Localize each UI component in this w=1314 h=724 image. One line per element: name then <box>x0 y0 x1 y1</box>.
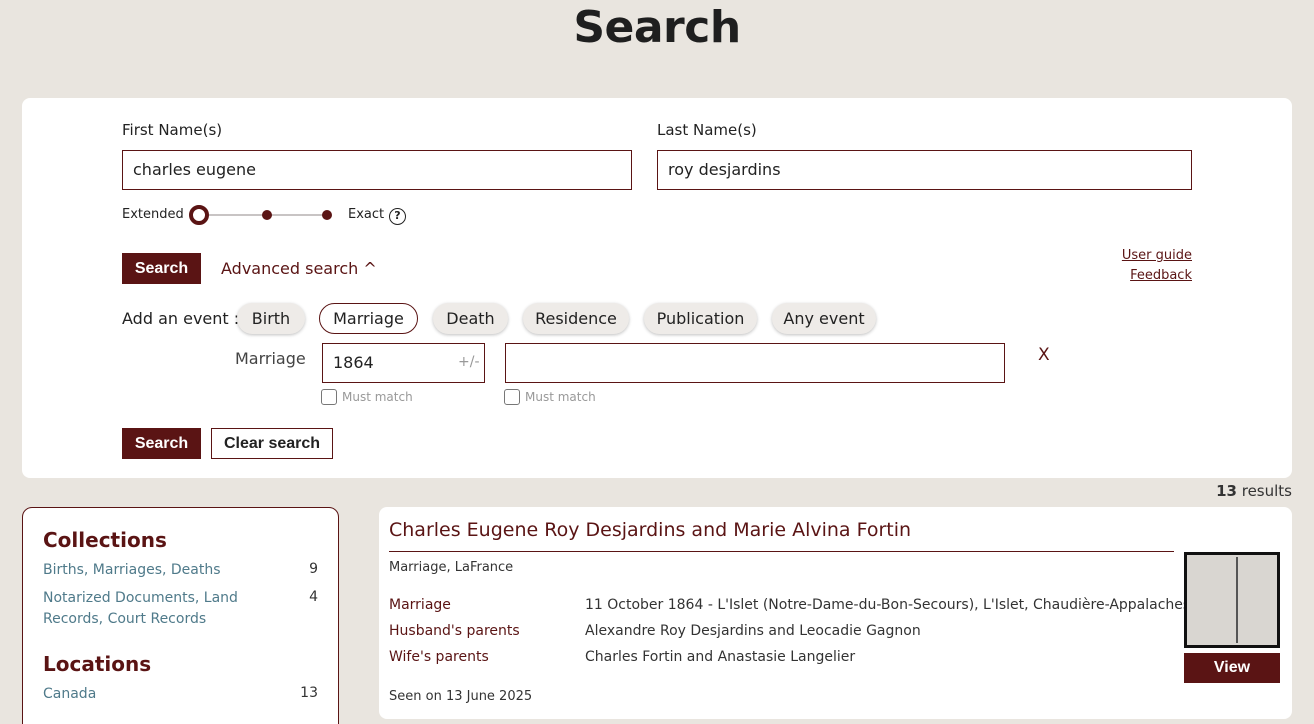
slider-exact-label: Exact <box>348 207 385 222</box>
first-name-input[interactable]: charles eugene <box>122 150 632 190</box>
year-range-toggle[interactable]: +/- <box>458 354 480 370</box>
facet-notarized-documents[interactable]: Notarized Documents, Land Records, Court… <box>43 588 293 630</box>
detail-key-wife-parents: Wife's parents <box>389 649 489 665</box>
facet-births-marriages-deaths[interactable]: Births, Marriages, Deaths <box>43 560 293 581</box>
result-title-link[interactable]: Charles Eugene Roy Desjardins and Marie … <box>389 519 911 541</box>
first-name-label: First Name(s) <box>122 121 223 139</box>
collections-heading: Collections <box>43 528 167 552</box>
detail-value-wife-parents: Charles Fortin and Anastasie Langelier <box>585 649 856 665</box>
slider-handle[interactable] <box>189 205 209 225</box>
facet-count: 4 <box>309 589 318 605</box>
slider-extended-label: Extended <box>122 207 184 222</box>
place-input[interactable] <box>505 343 1005 383</box>
facet-canada[interactable]: Canada <box>43 684 293 705</box>
place-must-match-checkbox[interactable] <box>504 389 520 405</box>
last-name-label: Last Name(s) <box>657 121 757 139</box>
event-chip-marriage[interactable]: Marriage <box>319 303 418 334</box>
search-button[interactable]: Search <box>122 253 201 284</box>
last-name-input[interactable]: roy desjardins <box>657 150 1192 190</box>
year-must-match-label: Must match <box>342 390 413 404</box>
facets-panel: Collections Births, Marriages, Deaths 9 … <box>22 507 339 724</box>
event-chip-any-event[interactable]: Any event <box>772 303 876 334</box>
search-button-bottom[interactable]: Search <box>122 428 201 459</box>
year-must-match-checkbox[interactable] <box>321 389 337 405</box>
clear-search-button[interactable]: Clear search <box>211 428 333 459</box>
event-chip-death[interactable]: Death <box>433 303 508 334</box>
advanced-search-toggle[interactable]: Advanced search ^ <box>221 259 377 278</box>
page-title: Search <box>573 2 741 53</box>
detail-value-marriage: 11 October 1864 - L'Islet (Notre-Dame-du… <box>585 597 1191 613</box>
results-count-suffix: results <box>1241 482 1292 500</box>
results-count-number: 13 <box>1216 482 1237 500</box>
place-must-match-label: Must match <box>525 390 596 404</box>
results-count: 13 results <box>1216 482 1292 500</box>
facet-count: 13 <box>300 685 318 701</box>
remove-event-icon[interactable]: X <box>1038 345 1050 365</box>
user-guide-link[interactable]: User guide <box>1122 248 1192 263</box>
event-row-label: Marriage <box>235 349 306 368</box>
result-subtitle: Marriage, LaFrance <box>389 560 514 575</box>
locations-heading: Locations <box>43 652 152 676</box>
view-button[interactable]: View <box>1184 653 1280 683</box>
detail-key-husband-parents: Husband's parents <box>389 623 520 639</box>
event-chip-residence[interactable]: Residence <box>523 303 629 334</box>
event-chip-birth[interactable]: Birth <box>237 303 305 334</box>
help-icon[interactable]: ? <box>389 208 406 225</box>
record-thumbnail[interactable] <box>1184 552 1280 648</box>
slider-stop-exact[interactable] <box>322 210 332 220</box>
add-event-label: Add an event : <box>122 309 240 328</box>
search-panel: First Name(s) charles eugene Last Name(s… <box>22 98 1292 478</box>
slider-stop-middle[interactable] <box>262 210 272 220</box>
seen-date: Seen on 13 June 2025 <box>389 689 533 704</box>
facet-count: 9 <box>309 561 318 577</box>
detail-value-husband-parents: Alexandre Roy Desjardins and Leocadie Ga… <box>585 623 921 639</box>
detail-key-marriage: Marriage <box>389 597 451 613</box>
record-image <box>1187 555 1277 645</box>
result-divider <box>389 551 1174 552</box>
result-card: Charles Eugene Roy Desjardins and Marie … <box>379 507 1292 719</box>
event-chip-publication[interactable]: Publication <box>644 303 757 334</box>
feedback-link[interactable]: Feedback <box>1130 268 1192 283</box>
